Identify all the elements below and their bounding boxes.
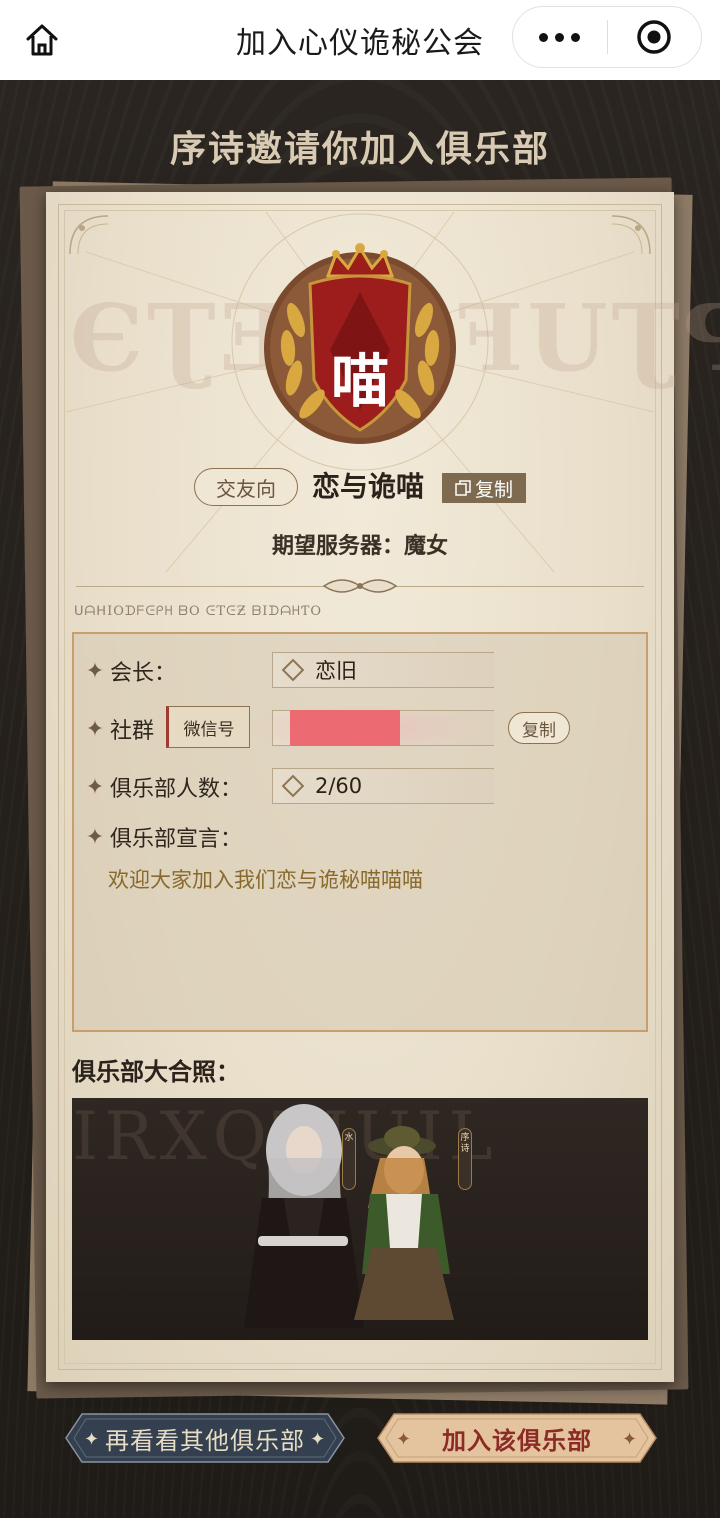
leader-label: 会长： (110, 661, 177, 686)
leader-row: ✦ 会长： (84, 654, 176, 688)
copy-wechat-button[interactable]: 复制 (508, 712, 570, 744)
join-club-button[interactable]: ✦ ✦ 加入该俱乐部 (376, 1410, 658, 1466)
leader-value-bar: 恋旧 (272, 652, 494, 688)
leader-value: 恋旧 (315, 659, 357, 683)
star-icon: ✦ (85, 658, 105, 684)
declaration-row: ✦ 俱乐部宣言： (84, 820, 242, 854)
members-value-bar: 2/60 (272, 768, 494, 804)
characters-illustration (244, 1104, 454, 1328)
home-icon[interactable] (22, 20, 62, 60)
group-photo: IRXQTIUIL 水 序诗 (72, 1098, 648, 1340)
members-value: 2/60 (315, 774, 363, 798)
server-label: 期望服务器：魔女 (271, 534, 448, 559)
copy-club-name-button[interactable]: 复制 (442, 473, 526, 503)
cipher-decoration: ᑌᗩᕼIOᗪᖴᕮᑭᕼ ᗷO ᕮTᕮƵ ᗷIᗪᗩᕼƬO (74, 604, 323, 619)
target-icon[interactable] (608, 7, 702, 67)
character-name-tag: 水 (342, 1128, 356, 1190)
copy-icon (455, 480, 471, 496)
club-tag-badge: 交友向 (194, 468, 298, 506)
community-row: ✦ 社群 (84, 712, 154, 746)
club-card: ЄƮƎƵ ꟻUƮꟼ 喵 (46, 192, 720, 1382)
members-label: 俱乐部人数： (110, 777, 243, 802)
declaration-label: 俱乐部宣言： (110, 827, 243, 852)
declaration-text: 欢迎大家加入我们恋与诡秘喵喵喵 (108, 868, 423, 892)
svg-text:✦: ✦ (622, 1429, 638, 1450)
emblem-character: 喵 (330, 347, 389, 415)
diamond-icon (281, 658, 305, 682)
wechat-id-badge: 微信号 (166, 706, 250, 748)
group-photo-label: 俱乐部大合照： (72, 1058, 240, 1086)
divider-ornament-icon (322, 579, 398, 593)
copy-label: 复制 (474, 478, 513, 501)
browse-other-clubs-label: 再看看其他俱乐部 (105, 1426, 305, 1455)
invite-title: 序诗邀请你加入俱乐部 (169, 128, 550, 170)
club-emblem: 喵 (258, 240, 462, 444)
join-club-label: 加入该俱乐部 (442, 1426, 592, 1455)
diamond-icon (281, 774, 305, 798)
star-icon: ✦ (85, 774, 105, 800)
members-row: ✦ 俱乐部人数： (84, 770, 242, 804)
star-icon: ✦ (85, 716, 105, 742)
svg-text:✦: ✦ (396, 1429, 412, 1450)
top-nav-bar: 加入心仪诡秘公会 (0, 0, 720, 80)
more-dots-icon[interactable] (513, 7, 607, 67)
character-name-tag: 序诗 (458, 1128, 472, 1190)
club-name: 恋与诡喵 (312, 470, 425, 503)
watermark-text: ꟻUƮꟼ (458, 284, 720, 392)
community-label: 社群 (110, 719, 155, 744)
mini-program-capsule (512, 6, 702, 68)
svg-text:✦: ✦ (310, 1429, 326, 1450)
page-title: 加入心仪诡秘公会 (236, 26, 484, 61)
redacted-wechat-id (290, 710, 400, 746)
star-icon: ✦ (85, 824, 105, 850)
browse-other-clubs-button[interactable]: ✦ ✦ 再看看其他俱乐部 (64, 1410, 346, 1466)
club-info-panel: ✦ 会长： 恋旧 ✦ 社群 微信号 复制 ✦ 俱乐部人数： 2/60 ✦ 俱乐部… (72, 632, 648, 1032)
svg-text:✦: ✦ (84, 1429, 100, 1450)
